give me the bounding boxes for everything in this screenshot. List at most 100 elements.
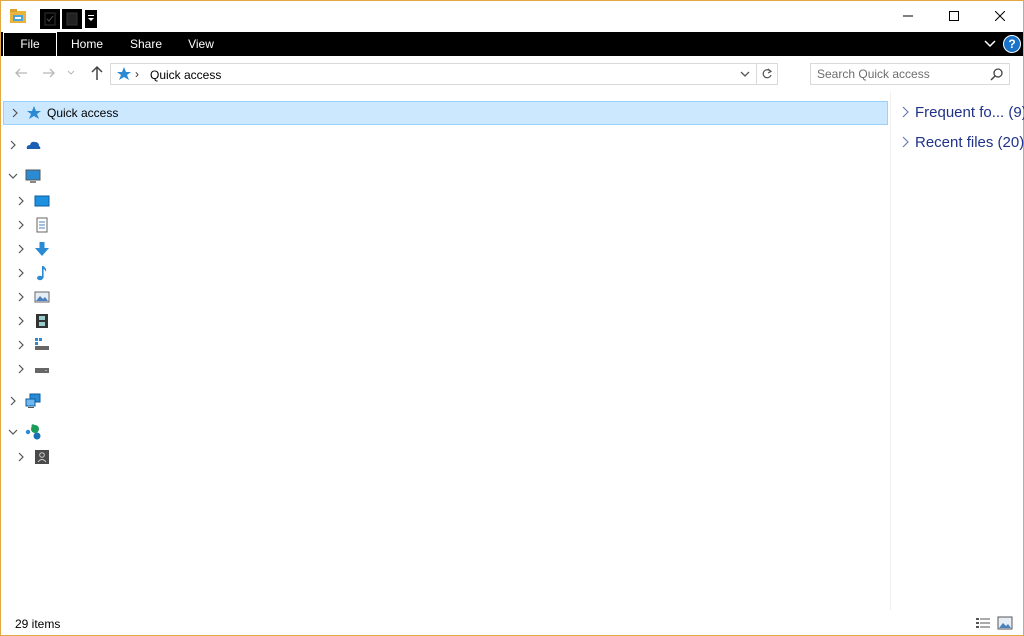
help-icon: ? — [1008, 37, 1016, 51]
videos-icon — [36, 314, 48, 328]
recent-locations-button[interactable] — [64, 64, 78, 82]
search-icon[interactable] — [990, 67, 1004, 81]
ribbon-tabs: File Home Share View ? — [1, 32, 1023, 56]
group-frequent-folders[interactable]: Frequent fo... (9) — [899, 100, 1024, 124]
chevron-right-icon[interactable] — [15, 451, 27, 463]
chevron-right-icon[interactable] — [7, 139, 19, 151]
tree-item-windows-drive[interactable] — [1, 333, 889, 357]
user-icon — [35, 450, 49, 464]
search-input[interactable] — [817, 67, 987, 81]
minimize-icon — [903, 15, 913, 17]
content-pane: Frequent fo... (9) Recent files (20) — [890, 92, 1024, 610]
network-icon — [25, 393, 41, 408]
checkmark-icon — [44, 12, 56, 26]
chevron-right-icon[interactable] — [15, 339, 27, 351]
up-button[interactable] — [87, 64, 107, 82]
tab-share[interactable]: Share — [123, 32, 169, 56]
quick-access-toolbar — [40, 9, 98, 29]
drive-icon — [35, 368, 49, 373]
navigation-bar: › Quick access — [1, 56, 1023, 92]
maximize-button[interactable] — [931, 1, 977, 31]
tree-item-user[interactable] — [1, 445, 889, 469]
status-bar: 29 items — [1, 613, 1023, 635]
desktop-icon — [34, 195, 50, 207]
chevron-right-icon[interactable] — [15, 219, 27, 231]
quick-access-star-icon — [117, 67, 131, 80]
chevron-right-icon[interactable] — [15, 315, 27, 327]
downloads-icon — [35, 242, 49, 256]
tree-item-videos[interactable] — [1, 309, 889, 333]
group-recent-files[interactable]: Recent files (20) — [899, 130, 1024, 154]
chevron-right-icon[interactable] — [899, 135, 913, 149]
customize-toolbar-button[interactable] — [84, 9, 98, 29]
forward-arrow-icon — [43, 68, 55, 78]
title-bar — [1, 1, 1023, 32]
forward-button[interactable] — [39, 64, 59, 82]
item-count: 29 items — [15, 617, 61, 631]
chevron-right-icon[interactable] — [15, 267, 27, 279]
tree-item-label: Quick access — [47, 106, 119, 120]
tree-item-desktop[interactable] — [1, 189, 889, 213]
help-button[interactable]: ? — [1003, 35, 1021, 53]
windows-drive-icon — [35, 338, 49, 350]
chevron-right-icon[interactable] — [7, 395, 19, 407]
minimize-button[interactable] — [885, 1, 931, 31]
close-button[interactable] — [977, 1, 1023, 31]
chevron-down-icon — [67, 70, 75, 75]
tree-item-music[interactable] — [1, 261, 889, 285]
chevron-right-icon[interactable] — [9, 107, 21, 119]
tree-item-quick-access[interactable]: Quick access — [3, 101, 888, 125]
dropdown-icon — [88, 15, 94, 21]
tree-item-downloads[interactable] — [1, 237, 889, 261]
pictures-icon — [34, 291, 50, 303]
back-arrow-icon — [15, 68, 27, 78]
homegroup-icon — [25, 424, 41, 440]
tree-item-documents[interactable] — [1, 213, 889, 237]
search-box[interactable] — [810, 63, 1010, 85]
breadcrumb-quick-access[interactable]: Quick access — [150, 68, 221, 82]
details-view-icon[interactable] — [975, 616, 991, 630]
chevron-right-icon[interactable] — [15, 363, 27, 375]
chevron-right-icon[interactable] — [899, 105, 913, 119]
tree-item-drive[interactable] — [1, 357, 889, 381]
tree-item-onedrive[interactable] — [1, 133, 889, 157]
chevron-right-icon[interactable] — [15, 291, 27, 303]
new-folder-icon — [66, 12, 78, 26]
close-icon — [995, 11, 1005, 21]
chevron-down-icon[interactable] — [7, 426, 19, 438]
chevron-right-icon[interactable] — [15, 195, 27, 207]
group-label: Frequent fo... (9) — [915, 103, 1024, 121]
chevron-right-icon[interactable] — [15, 243, 27, 255]
onedrive-icon — [26, 141, 41, 149]
properties-button[interactable] — [40, 9, 60, 29]
tab-view[interactable]: View — [181, 32, 221, 56]
large-icons-view-icon[interactable] — [997, 616, 1013, 630]
refresh-button[interactable] — [756, 64, 777, 84]
window-controls — [885, 1, 1023, 31]
explorer-window: File Home Share View ? › Quick access Se… — [0, 0, 1024, 636]
ribbon-right-controls: ? — [983, 34, 1021, 54]
expand-ribbon-icon[interactable] — [983, 34, 997, 54]
tree-item-homegroup[interactable] — [1, 420, 889, 444]
tab-file[interactable]: File — [3, 32, 57, 56]
view-switcher — [975, 616, 1013, 630]
new-folder-button[interactable] — [62, 9, 82, 29]
group-label: Recent files (20) — [915, 133, 1024, 151]
chevron-down-icon[interactable] — [7, 170, 19, 182]
refresh-icon — [762, 68, 773, 79]
navigation-tree: Quick access — [1, 100, 889, 610]
star-icon — [27, 106, 41, 119]
address-bar[interactable]: › Quick access — [110, 63, 778, 85]
breadcrumb-separator-icon[interactable]: › — [135, 67, 139, 81]
documents-icon — [36, 217, 48, 233]
folder-icon — [10, 9, 26, 23]
address-dropdown-icon[interactable] — [739, 67, 751, 81]
back-button[interactable] — [11, 64, 31, 82]
tree-item-this-pc[interactable] — [1, 164, 889, 188]
tree-item-pictures[interactable] — [1, 285, 889, 309]
tab-home[interactable]: Home — [63, 32, 111, 56]
maximize-icon — [949, 11, 959, 21]
music-icon — [37, 266, 47, 281]
up-arrow-icon — [91, 65, 103, 80]
tree-item-network[interactable] — [1, 389, 889, 413]
